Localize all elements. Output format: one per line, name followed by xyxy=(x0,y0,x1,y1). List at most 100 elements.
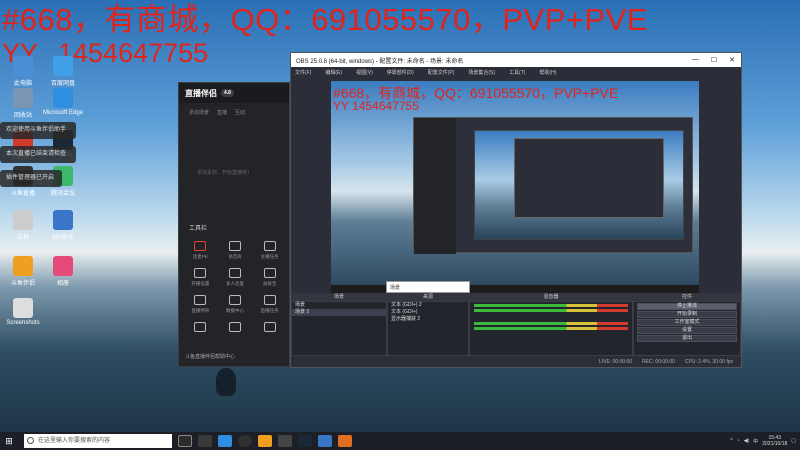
zhibo-tool[interactable] xyxy=(183,322,218,335)
zhibo-tool[interactable]: 多人连麦 xyxy=(218,268,253,287)
scene-item[interactable]: 场景 2 xyxy=(292,309,386,316)
zhibo-tool[interactable]: 主播任务 xyxy=(252,241,287,260)
tool-icon xyxy=(228,322,241,332)
desktop-icon[interactable]: 文档 xyxy=(2,210,44,241)
nested-obs xyxy=(514,138,664,218)
zhibo-header[interactable]: 直播伴侣 4.8 xyxy=(179,83,289,103)
desktop-icon-label: 回收站 xyxy=(13,113,32,119)
browser-taskbar-icon[interactable] xyxy=(318,435,332,447)
scene-item[interactable]: 场景 xyxy=(292,302,386,309)
desktop-icon-label: 斗鱼直播 xyxy=(10,191,35,197)
zhibo-tab[interactable]: 直播 xyxy=(217,109,227,116)
obs-menu-item[interactable]: 视图(V) xyxy=(356,69,373,76)
zhibo-tool[interactable]: 数据中心 xyxy=(218,295,253,314)
notification-toast[interactable]: 插件管理器已开启 xyxy=(0,170,62,187)
source-item[interactable]: 显示器捕获 2 xyxy=(388,316,468,323)
windows-start-icon[interactable]: ⊞ xyxy=(0,436,18,447)
zhibo-tool[interactable]: 连麦PK xyxy=(183,241,218,260)
source-rename-popup[interactable]: 场景 xyxy=(386,281,470,293)
zhibo-footer[interactable]: 斗鱼直播伴侣帮助中心 xyxy=(185,353,235,360)
tool-icon xyxy=(263,322,276,332)
desktop-icon-label: 文档 xyxy=(16,235,29,241)
obs-taskbar-icon[interactable] xyxy=(238,435,252,447)
desktop-icon[interactable]: 360安全 xyxy=(42,210,84,241)
audio-meter xyxy=(474,322,628,325)
notification-toast[interactable]: 欢迎使用斗鱼伴侣助手 xyxy=(0,122,76,139)
clock[interactable]: 15:43 2021/10/18 xyxy=(762,435,787,447)
mixer-panel xyxy=(469,301,633,356)
zhibo-taskbar-icon[interactable] xyxy=(338,435,352,447)
edge-icon[interactable] xyxy=(218,435,232,447)
steam-taskbar-icon[interactable] xyxy=(298,435,312,447)
obs-window: OBS 25.0.8 (64-bit, windows) - 配置文件: 未命名… xyxy=(290,52,742,368)
zhibo-tool[interactable]: 直播特效 xyxy=(183,295,218,314)
obs-menu-item[interactable]: 帮助(H) xyxy=(539,69,556,76)
desktop-icon-label: Screenshots xyxy=(6,320,40,326)
obs-menu-item[interactable]: 配置文件(P) xyxy=(428,69,455,76)
app-icon xyxy=(13,210,33,230)
close-icon[interactable]: ✕ xyxy=(729,56,735,64)
zhibo-title: 直播伴侣 xyxy=(185,88,217,98)
zhibo-tool[interactable]: 直播任务 xyxy=(252,295,287,314)
tool-label: 数据中心 xyxy=(225,308,244,313)
desktop-icon-label: 360安全 xyxy=(51,235,74,241)
desktop-icon[interactable]: 回收站 xyxy=(2,88,44,119)
cortana-icon[interactable] xyxy=(198,435,212,447)
exit-button[interactable]: 退出 xyxy=(637,335,737,342)
obs-menubar: 文件(F) 编辑(E) 视图(V) 停靠部件(D) 配置文件(P) 场景集合(S) 工具(T… xyxy=(291,67,741,77)
taskbar-search-input[interactable]: 在这里输入你要搜索的内容 xyxy=(24,434,172,448)
desktop-icon[interactable]: Microsoft Edge xyxy=(42,88,84,116)
maximize-icon[interactable]: ☐ xyxy=(711,56,717,64)
nested-zhibo xyxy=(414,118,456,254)
tray-chevron-icon[interactable]: ^ xyxy=(730,438,732,444)
source-item[interactable]: 文本 (GDI+) xyxy=(388,309,468,316)
zhibo-tab[interactable]: 添加场景 xyxy=(189,109,209,116)
studio-mode-button[interactable]: 工作室模式 xyxy=(637,319,737,326)
sources-panel: 文本 (GDI+) 2 文本 (GDI+) 显示器捕获 2 xyxy=(387,301,469,356)
ime-icon[interactable]: 中 xyxy=(753,438,758,445)
desktop-icon-label: Microsoft Edge xyxy=(42,110,84,116)
zhibo-tool[interactable]: 开播设置 xyxy=(183,268,218,287)
obs-menu-item[interactable]: 场景集合(S) xyxy=(468,69,495,76)
app-icon[interactable] xyxy=(278,435,292,447)
obs-menu-item[interactable]: 文件(F) xyxy=(295,69,311,76)
desktop-icon[interactable]: 斗鱼伴侣 xyxy=(2,256,44,287)
controls-header: 控件 xyxy=(633,293,741,301)
obs-title: OBS 25.0.8 (64-bit, windows) - 配置文件: 未命名… xyxy=(296,58,464,65)
obs-menu-item[interactable]: 工具(T) xyxy=(509,69,525,76)
zhibo-tool[interactable]: 录屏宝 xyxy=(252,268,287,287)
zhibo-tool[interactable] xyxy=(218,322,253,335)
notification-toast[interactable]: 本次直播已结束请检查 xyxy=(0,146,76,163)
settings-button[interactable]: 设置 xyxy=(637,327,737,334)
zhibo-tab[interactable]: 互动 xyxy=(235,109,245,116)
tool-label: 连麦PK xyxy=(192,254,208,259)
tool-icon xyxy=(228,241,241,251)
audio-meter xyxy=(474,327,628,330)
volume-icon[interactable]: ◀) xyxy=(744,438,750,444)
stop-stream-button[interactable]: 停止推流 xyxy=(637,303,737,310)
app-icon xyxy=(13,298,33,318)
zhibo-tools-grid: 连麦PK 语音房 主播任务开播设置 多人连麦 录屏宝直播特效 数据中心 直播任务 xyxy=(183,241,287,335)
zhibo-tool[interactable]: 语音房 xyxy=(218,241,253,260)
obs-menu-item[interactable]: 停靠部件(D) xyxy=(387,69,414,76)
network-icon[interactable]: ◔ xyxy=(737,438,740,444)
start-recording-button[interactable]: 开始录制 xyxy=(637,311,737,318)
tool-icon xyxy=(263,241,276,251)
desktop-icon[interactable]: 百度网盘 xyxy=(42,56,84,87)
source-item[interactable]: 文本 (GDI+) 2 xyxy=(388,302,468,309)
desktop-icon[interactable]: Screenshots xyxy=(2,298,44,326)
overlay-text-line1: #668，有商城，QQ：691055570，PVP+PVE xyxy=(2,2,649,37)
task-view-icon[interactable] xyxy=(178,435,192,447)
obs-preview[interactable]: #668，有商城，QQ：691055570，PVP+PVE YY 1454647… xyxy=(331,81,699,293)
tool-label: 主播任务 xyxy=(260,254,279,259)
zhibo-tool[interactable] xyxy=(252,322,287,335)
obs-titlebar[interactable]: OBS 25.0.8 (64-bit, windows) - 配置文件: 未命名… xyxy=(291,53,741,67)
notification-icon[interactable]: ▢ xyxy=(791,438,796,444)
douyu-taskbar-icon[interactable] xyxy=(258,435,272,447)
desktop-icon[interactable]: 相册 xyxy=(42,256,84,287)
desktop-icon-label: 百度网盘 xyxy=(50,81,75,87)
desktop-icon[interactable]: 此电脑 xyxy=(2,56,44,87)
obs-menu-item[interactable]: 编辑(E) xyxy=(325,69,342,76)
minimize-icon[interactable]: — xyxy=(692,56,699,64)
scenes-header: 场景 xyxy=(291,293,387,301)
